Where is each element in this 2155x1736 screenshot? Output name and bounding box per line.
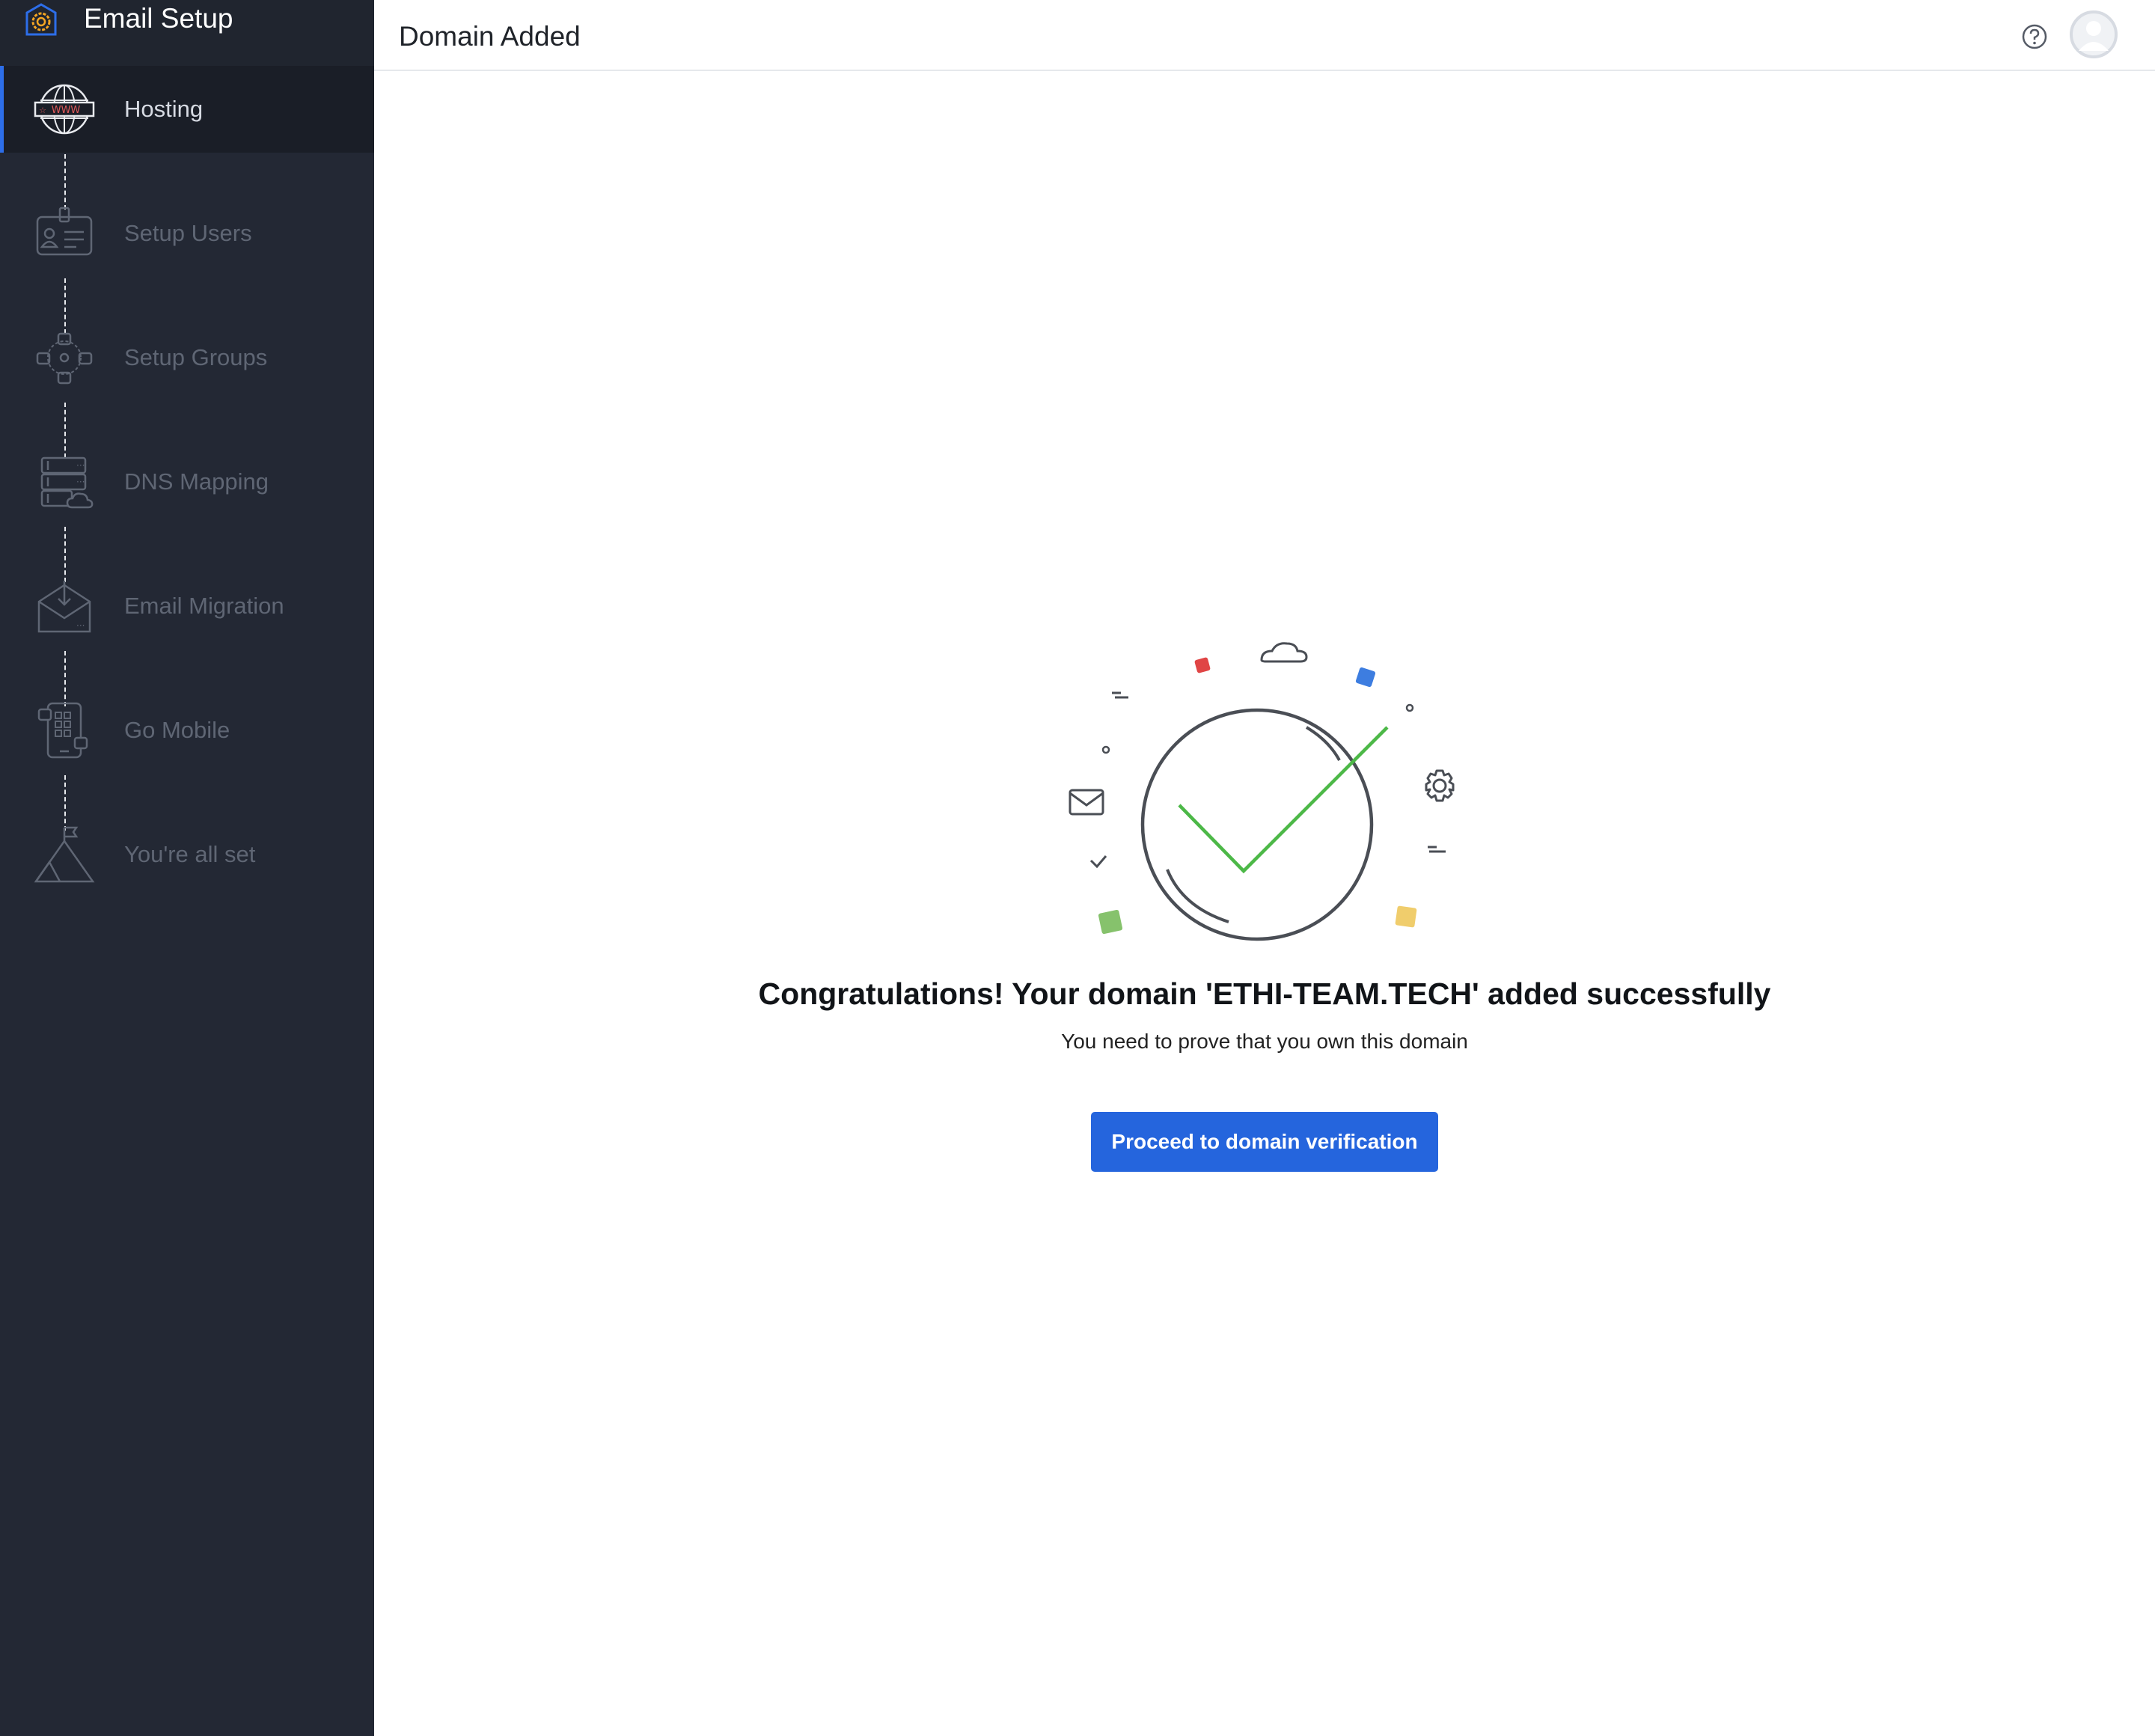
envelope-download-icon: ··· bbox=[37, 581, 91, 633]
proceed-verification-button[interactable]: Proceed to domain verification bbox=[1091, 1112, 1438, 1172]
sidebar-item-label: Setup Users bbox=[124, 220, 252, 246]
sidebar-item-label: Setup Groups bbox=[124, 344, 268, 370]
avatar[interactable] bbox=[2070, 10, 2118, 58]
group-network-icon bbox=[36, 332, 93, 385]
sidebar-item-go-mobile[interactable]: Go Mobile bbox=[0, 687, 374, 774]
sidebar-item-setup-groups[interactable]: Setup Groups bbox=[0, 314, 374, 401]
mobile-apps-icon bbox=[37, 702, 88, 759]
sidebar-item-setup-users[interactable]: Setup Users bbox=[0, 190, 374, 277]
help-icon[interactable] bbox=[2020, 22, 2049, 51]
sidebar-item-label: You're all set bbox=[124, 841, 256, 867]
sidebar-item-hosting[interactable]: WWW ☆ Hosting bbox=[0, 66, 374, 153]
sidebar-item-label: Email Migration bbox=[124, 593, 284, 619]
sidebar-item-all-set[interactable]: You're all set bbox=[0, 811, 374, 898]
sidebar-item-label: Go Mobile bbox=[124, 717, 230, 743]
svg-text:···: ··· bbox=[76, 460, 85, 471]
id-card-icon bbox=[36, 207, 93, 256]
svg-text:☆: ☆ bbox=[39, 106, 46, 115]
globe-www-icon: WWW ☆ bbox=[34, 84, 95, 135]
page-title: Domain Added bbox=[399, 21, 581, 52]
top-bar: Domain Added bbox=[374, 0, 2155, 71]
mountain-flag-icon bbox=[34, 826, 95, 883]
email-setup-logo-icon bbox=[25, 3, 57, 36]
svg-text:···: ··· bbox=[76, 477, 85, 487]
sidebar-header: Email Setup bbox=[0, 0, 374, 66]
svg-text:···: ··· bbox=[76, 620, 85, 631]
sidebar-item-dns-mapping[interactable]: ··· ··· DNS Mapping bbox=[0, 438, 374, 525]
sidebar: Email Setup WWW ☆ Hosting Setup Users Se… bbox=[0, 0, 374, 1736]
sidebar-item-email-migration[interactable]: ··· Email Migration bbox=[0, 563, 374, 650]
svg-text:WWW: WWW bbox=[52, 105, 81, 116]
sidebar-item-label: Hosting bbox=[124, 96, 204, 122]
server-cloud-icon: ··· ··· bbox=[40, 456, 94, 509]
success-heading: Congratulations! Your domain 'ETHI-TEAM.… bbox=[758, 977, 1771, 1011]
success-subtext: You need to prove that you own this doma… bbox=[1061, 1030, 1468, 1053]
sidebar-item-label: DNS Mapping bbox=[124, 468, 269, 495]
success-illustration bbox=[1069, 642, 1455, 941]
app-title: Email Setup bbox=[84, 3, 233, 34]
